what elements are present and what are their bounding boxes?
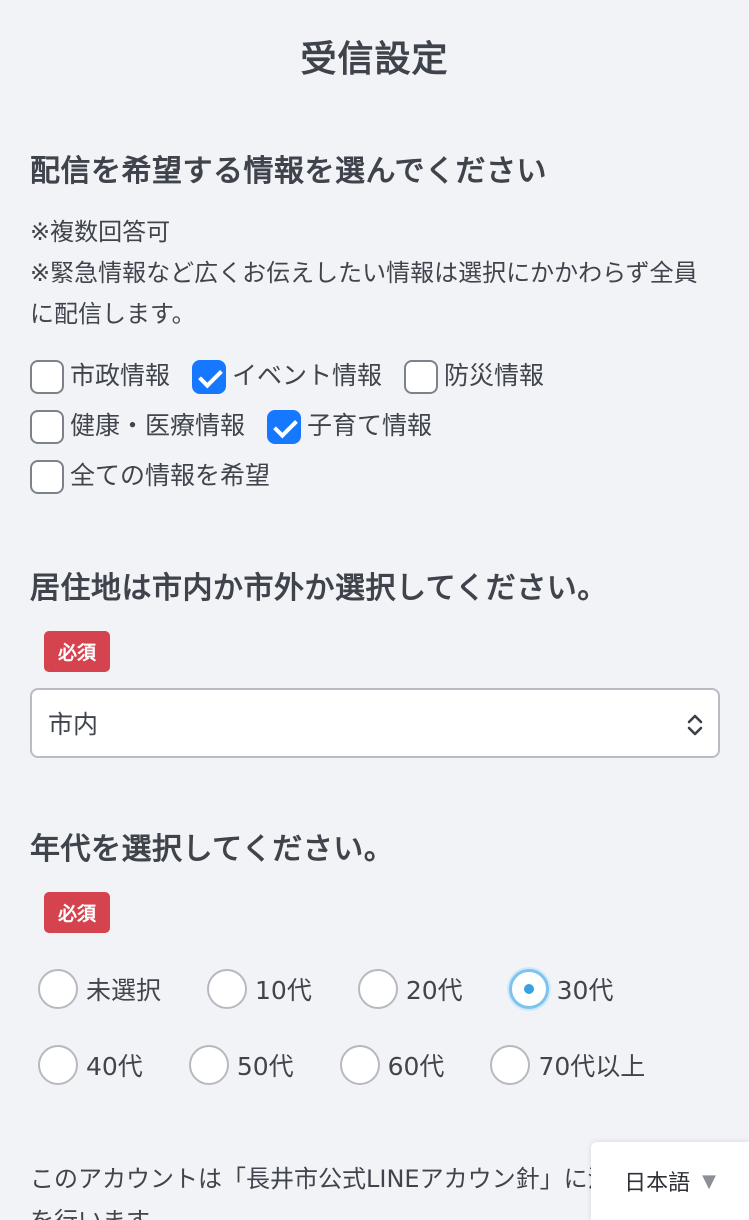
age-radio-group: 未選択 10代 20代 30代 40代 50代 60代 70代以上 <box>30 951 720 1103</box>
option-label: イベント情報 <box>232 361 383 390</box>
radio-circle[interactable] <box>38 1045 78 1085</box>
option-label: 子育て情報 <box>307 411 433 440</box>
checkbox-city-info[interactable] <box>30 360 64 394</box>
age-option-30s[interactable]: 30代 <box>508 969 614 1009</box>
chevron-down-icon: ▼ <box>702 1170 716 1192</box>
option-city-info[interactable]: 市政情報 <box>30 349 170 399</box>
delivery-notes: ※複数回答可 ※緊急情報など広くお伝えしたい情報は選択にかかわらず全員に配信しま… <box>30 212 719 335</box>
age-option-label: 20代 <box>405 976 463 1005</box>
option-health-info[interactable]: 健康・医療情報 <box>30 399 245 449</box>
required-badge: 必須 <box>44 892 111 933</box>
radio-circle[interactable] <box>38 969 78 1009</box>
radio-circle[interactable] <box>508 969 549 1009</box>
checkbox-disaster-info[interactable] <box>404 360 439 394</box>
option-event-info[interactable]: イベント情報 <box>192 349 382 399</box>
option-label: 健康・医療情報 <box>70 411 246 440</box>
residence-select[interactable]: 市内 <box>30 688 720 758</box>
language-label: 日本語 <box>624 1171 691 1196</box>
note-emergency: ※緊急情報など広くお伝えしたい情報は選択にかかわらず全員に配信します。 <box>30 259 698 328</box>
age-option-label: 70代以上 <box>538 1052 646 1081</box>
radio-circle[interactable] <box>339 1045 380 1085</box>
delivery-options: 市政情報 イベント情報 防災情報 健康・医療情報 子育て情報 全ての情報を希望 <box>30 349 690 499</box>
age-option-label: 40代 <box>86 1052 143 1081</box>
age-option-label: 60代 <box>387 1052 445 1081</box>
age-option-50s[interactable]: 50代 <box>188 1045 294 1085</box>
age-option-70s-plus[interactable]: 70代以上 <box>490 1045 645 1085</box>
residence-selected-value: 市内 <box>48 710 99 739</box>
option-label: 防災情報 <box>444 361 545 390</box>
checkbox-event-info[interactable] <box>192 360 227 394</box>
note-multiple: ※複数回答可 <box>30 218 171 246</box>
age-option-40s[interactable]: 40代 <box>38 1045 143 1085</box>
checkbox-all-info[interactable] <box>30 460 64 494</box>
option-label: 全ての情報を希望 <box>70 461 271 490</box>
option-all-info[interactable]: 全ての情報を希望 <box>30 449 270 499</box>
radio-circle[interactable] <box>490 1045 531 1085</box>
age-option-label: 未選択 <box>86 976 162 1005</box>
age-option-20s[interactable]: 20代 <box>357 969 463 1009</box>
age-option-label: 50代 <box>236 1052 294 1081</box>
radio-circle[interactable] <box>207 969 248 1009</box>
checkbox-health-info[interactable] <box>30 410 64 444</box>
radio-circle[interactable] <box>357 969 398 1009</box>
age-option-10s[interactable]: 10代 <box>207 969 312 1009</box>
checkbox-childcare-info[interactable] <box>267 410 302 444</box>
page-title: 受信設定 <box>300 39 449 80</box>
option-childcare-info[interactable]: 子育て情報 <box>267 399 432 449</box>
age-option-unselected[interactable]: 未選択 <box>38 969 161 1009</box>
language-selector[interactable]: 日本語 ▼ <box>591 1142 749 1220</box>
radio-circle[interactable] <box>188 1045 229 1085</box>
required-badge: 必須 <box>44 631 111 672</box>
radio-row: 未選択 10代 20代 30代 <box>30 951 720 1027</box>
age-option-label: 10代 <box>255 976 312 1005</box>
age-heading: 年代を選択してください。 <box>30 832 395 867</box>
age-option-60s[interactable]: 60代 <box>339 1045 445 1085</box>
settings-page: 受信設定 配信を希望する情報を選んでください ※複数回答可 ※緊急情報など広くお… <box>0 0 749 1220</box>
residence-heading: 居住地は市内か市外か選択してください。 <box>30 571 608 606</box>
select-arrows-icon <box>687 714 703 736</box>
option-disaster-info[interactable]: 防災情報 <box>404 349 544 399</box>
delivery-heading: 配信を希望する情報を選んでください <box>30 154 547 189</box>
age-option-label: 30代 <box>556 976 614 1005</box>
option-label: 市政情報 <box>70 361 171 390</box>
radio-row: 40代 50代 60代 70代以上 <box>30 1027 720 1103</box>
